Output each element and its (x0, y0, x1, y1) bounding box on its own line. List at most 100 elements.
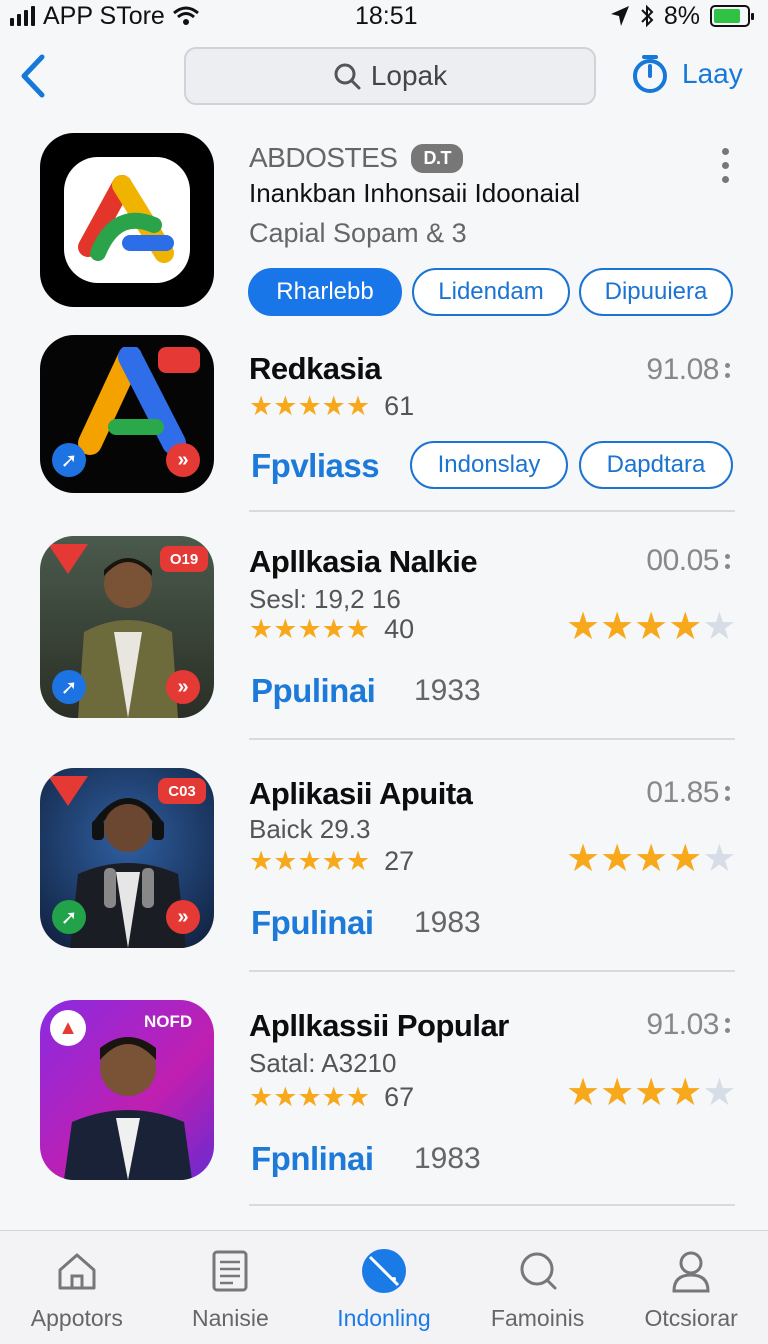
timer-icon (633, 55, 667, 93)
star-filled-icon: ★ (273, 614, 298, 644)
star-filled-icon: ★ (668, 606, 703, 648)
more-options-icon[interactable] (720, 148, 730, 183)
star-filled-icon: ★ (600, 838, 635, 880)
tab-label: Famoinis (490, 1305, 585, 1331)
divider (249, 738, 735, 740)
star-filled-icon: ★ (345, 391, 371, 421)
star-filled-icon: ★ (634, 1072, 669, 1114)
forward-icon: » (166, 900, 200, 934)
tab-bar: Appotors Nanisie Indonling Famoinis Otcs… (0, 1230, 768, 1344)
tab-label: Indonling (337, 1305, 431, 1331)
app-badge: NOFD (144, 1012, 193, 1031)
rating-count: 40 (384, 614, 415, 644)
carrier-label: APP STore (43, 1, 165, 30)
star-filled-icon: ★ (249, 1082, 274, 1112)
tab-appotors[interactable]: Appotors (0, 1231, 154, 1344)
app-link[interactable]: Fpulinai (251, 904, 374, 942)
share-icon: ➚ (52, 443, 86, 477)
divider (249, 510, 735, 512)
search-icon (334, 63, 361, 90)
rating-count: 67 (384, 1082, 415, 1112)
app-score: 01.85 (646, 776, 719, 809)
star-empty-icon: ★ (702, 606, 737, 648)
star-filled-icon: ★ (297, 391, 322, 421)
star-filled-icon: ★ (600, 1072, 635, 1114)
wifi-icon (172, 6, 199, 25)
tab-indonling[interactable]: Indonling (307, 1231, 461, 1344)
navigation-bar: Lopak Laay (0, 44, 768, 108)
forward-icon: » (166, 670, 200, 704)
home-icon (58, 1253, 96, 1290)
tab-label: Otcsiorar (644, 1305, 738, 1331)
star-filled-icon: ★ (345, 846, 371, 876)
star-filled-icon: ★ (321, 391, 346, 421)
rating-stars-large: ★★★★★ (566, 1074, 736, 1112)
signal-icon (10, 6, 35, 26)
star-filled-icon: ★ (273, 391, 298, 421)
featured-button-3[interactable]: Dipuuiera (579, 268, 733, 316)
star-filled-icon: ★ (321, 614, 346, 644)
share-icon: ➚ (52, 900, 86, 934)
star-empty-icon: ★ (702, 838, 737, 880)
chat-icon (520, 1252, 557, 1290)
rating-stars-large: ★★★★★ (566, 840, 736, 878)
featured-app-icon[interactable] (40, 133, 214, 307)
rating-stars: ★★★★★ 67 (249, 1082, 414, 1113)
featured-primary-button[interactable]: Rharlebb (248, 268, 402, 316)
app-score: 91.08 (646, 353, 719, 386)
app-button-2[interactable]: Dapdtara (579, 441, 733, 489)
app-title: Apllkassii Popular (249, 1008, 509, 1043)
app-icon[interactable]: ▲ NOFD (40, 1000, 214, 1180)
person-icon (672, 1251, 710, 1293)
star-filled-icon: ★ (321, 1082, 346, 1112)
battery-percent: 8% (663, 1, 700, 30)
star-filled-icon: ★ (249, 391, 274, 421)
compass-icon (361, 1249, 406, 1293)
star-filled-icon: ★ (600, 606, 635, 648)
featured-app: ABDOSTES D.T Inankban Inhonsaii Idoonaia… (0, 130, 768, 320)
back-button[interactable] (18, 54, 58, 98)
status-bar: APP STore 18:51 8% (0, 0, 768, 32)
app-number: 1983 (414, 906, 481, 939)
app-number: 1933 (414, 674, 481, 707)
app-link[interactable]: Fpnlinai (251, 1140, 374, 1178)
star-filled-icon: ★ (297, 614, 322, 644)
more-icon (725, 362, 730, 378)
app-title: Aplikasii Apuita (249, 776, 473, 811)
tab-nanisie[interactable]: Nanisie (154, 1231, 308, 1344)
document-icon (212, 1250, 248, 1292)
more-icon (725, 785, 730, 801)
search-field[interactable]: Lopak (184, 47, 596, 105)
app-icon[interactable]: C03 ➚ » (40, 768, 214, 948)
app-button-1[interactable]: Indonslay (410, 441, 568, 489)
star-filled-icon: ★ (345, 614, 371, 644)
nav-right-button[interactable]: Laay (630, 54, 743, 94)
list-item[interactable]: O19 ➚ » Apllkasia Nalkie 00.05 Sesl: 19,… (0, 536, 768, 746)
app-link[interactable]: Ppulinai (251, 672, 376, 710)
app-subtitle: Baick 29.3 (249, 814, 371, 844)
tab-famoinis[interactable]: Famoinis (461, 1231, 615, 1344)
battery-icon (710, 5, 754, 27)
list-item[interactable]: C03 ➚ » Aplikasii Apuita 01.85 Baick 29.… (0, 768, 768, 978)
list-item[interactable]: ➚ » Redkasia 91.08 ★★★★★ 61 Fpvliass Indo… (0, 335, 768, 515)
featured-badge: D.T (411, 143, 463, 173)
star-filled-icon: ★ (345, 1082, 371, 1112)
star-filled-icon: ★ (249, 846, 274, 876)
app-icon[interactable]: ➚ » (40, 335, 214, 493)
list-item[interactable]: ▲ NOFD Apllkassii Popular 91.03 Satal: A… (0, 1000, 768, 1210)
divider (249, 970, 735, 972)
app-title: Apllkasia Nalkie (249, 544, 478, 579)
rating-stars-large: ★★★★★ (566, 608, 736, 646)
share-icon: ➚ (52, 670, 86, 704)
app-icon[interactable]: O19 ➚ » (40, 536, 214, 718)
tab-otcsiorar[interactable]: Otcsiorar (614, 1231, 768, 1344)
bluetooth-icon (641, 4, 654, 28)
featured-button-2[interactable]: Lidendam (412, 268, 570, 316)
star-filled-icon: ★ (634, 606, 669, 648)
app-link[interactable]: Fpvliass (251, 447, 380, 485)
location-icon (610, 6, 629, 26)
star-filled-icon: ★ (321, 846, 346, 876)
featured-description: Inankban Inhonsaii Idoonaial (249, 178, 581, 208)
more-icon (725, 1017, 730, 1033)
chevron-left-icon (21, 54, 45, 98)
